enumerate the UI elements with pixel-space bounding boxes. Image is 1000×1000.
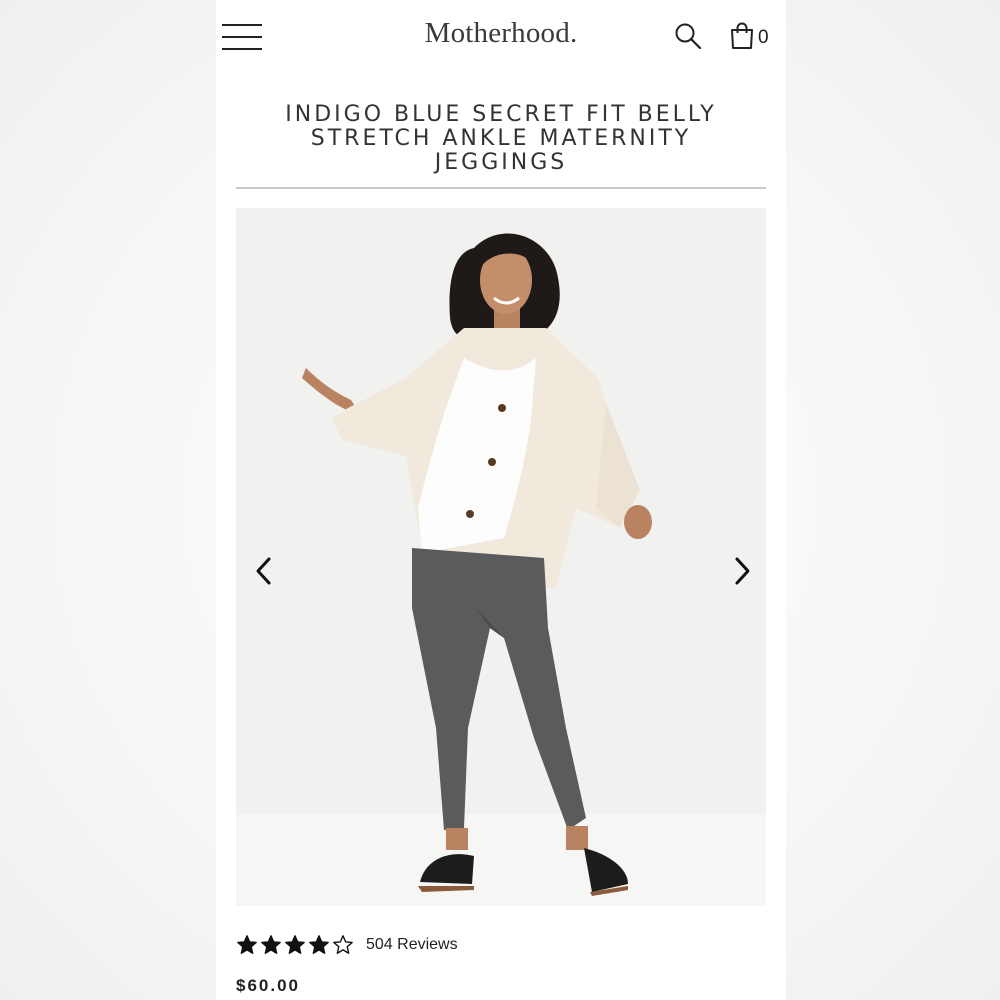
site-header: Motherhood. 0: [216, 0, 786, 72]
star-filled-icon: [237, 935, 257, 954]
star-filled-icon: [261, 935, 281, 954]
chevron-right-icon[interactable]: [730, 556, 754, 586]
product-image[interactable]: [236, 208, 766, 906]
shopping-bag-icon[interactable]: [730, 22, 754, 50]
star-rating: [236, 934, 356, 956]
mobile-page: Motherhood. 0 INDIGO BLUE SECRET FIT BEL…: [216, 0, 786, 1000]
chevron-left-icon[interactable]: [252, 556, 276, 586]
reviews-link[interactable]: 504 Reviews: [366, 936, 458, 954]
star-filled-icon: [285, 935, 305, 954]
search-icon[interactable]: [674, 22, 702, 50]
product-title: INDIGO BLUE SECRET FIT BELLY STRETCH ANK…: [285, 101, 717, 175]
product-price: $60.00: [236, 976, 300, 995]
title-divider: [236, 187, 766, 189]
cart-count-badge[interactable]: 0: [758, 27, 769, 49]
star-filled-icon: [309, 935, 329, 954]
model-illustration: [302, 233, 652, 896]
star-empty-icon: [333, 935, 353, 954]
product-rating[interactable]: 504 Reviews: [236, 932, 458, 958]
